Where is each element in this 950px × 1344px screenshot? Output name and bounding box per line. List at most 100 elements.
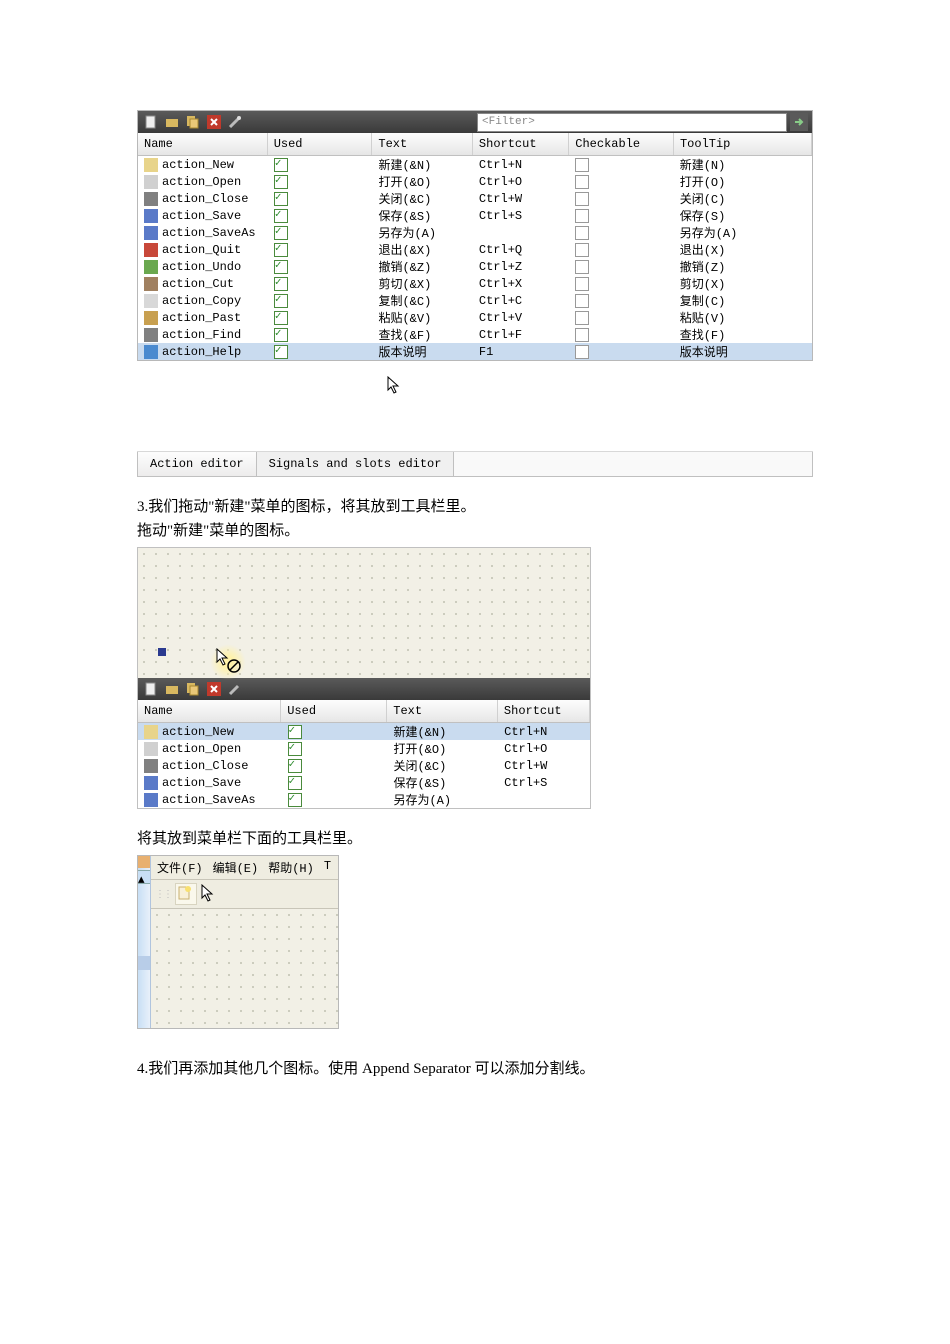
action-row[interactable]: action_Help版本说明F1版本说明 xyxy=(138,343,812,360)
open-action-icon[interactable] xyxy=(163,113,181,131)
checkable-checkbox[interactable] xyxy=(575,209,589,223)
new-action-icon[interactable] xyxy=(142,680,160,698)
properties-icon[interactable] xyxy=(226,113,244,131)
action-row[interactable]: action_Past粘贴(&V)Ctrl+V粘贴(V) xyxy=(138,309,812,326)
toolbar-drop-panel: ▴ 文件(F) 编辑(E) 帮助(H) T ⋮⋮ xyxy=(137,855,339,1029)
action-row[interactable]: action_Find查找(&F)Ctrl+F查找(F) xyxy=(138,326,812,343)
used-checkbox[interactable] xyxy=(274,311,288,325)
action-name: action_Save xyxy=(162,776,241,790)
action-text: 退出(&X) xyxy=(372,241,472,258)
used-checkbox[interactable] xyxy=(274,226,288,240)
menu-truncated[interactable]: T xyxy=(324,859,331,876)
action-text: 新建(&N) xyxy=(372,156,472,173)
used-checkbox[interactable] xyxy=(288,759,302,773)
col-text[interactable]: Text xyxy=(387,700,498,722)
used-checkbox[interactable] xyxy=(274,294,288,308)
used-checkbox[interactable] xyxy=(288,725,302,739)
checkable-checkbox[interactable] xyxy=(575,260,589,274)
action-icon xyxy=(144,311,158,325)
checkable-checkbox[interactable] xyxy=(575,345,589,359)
col-checkable[interactable]: Checkable xyxy=(569,133,674,155)
copy-action-icon[interactable] xyxy=(184,680,202,698)
filter-go-icon[interactable] xyxy=(790,113,808,131)
action-text: 查找(&F) xyxy=(372,326,472,343)
col-shortcut[interactable]: Shortcut xyxy=(498,700,590,722)
used-checkbox[interactable] xyxy=(274,328,288,342)
new-action-icon[interactable] xyxy=(142,113,160,131)
col-name[interactable]: Name xyxy=(138,133,268,155)
checkable-checkbox[interactable] xyxy=(575,192,589,206)
used-checkbox[interactable] xyxy=(274,243,288,257)
delete-action-icon[interactable] xyxy=(205,680,223,698)
action-name: action_Undo xyxy=(162,260,241,274)
menu-edit[interactable]: 编辑(E) xyxy=(213,859,259,876)
action-row[interactable]: action_Undo撤销(&Z)Ctrl+Z撤销(Z) xyxy=(138,258,812,275)
tab-action-editor[interactable]: Action editor xyxy=(138,452,257,476)
action-row[interactable]: action_Open打开(&O)Ctrl+O打开(O) xyxy=(138,173,812,190)
tab-signals-slots[interactable]: Signals and slots editor xyxy=(257,452,455,476)
action-row[interactable]: action_Open打开(&O)Ctrl+O xyxy=(138,740,590,757)
used-checkbox[interactable] xyxy=(274,260,288,274)
action-icon xyxy=(144,776,158,790)
action-icon xyxy=(144,793,158,807)
action-text: 剪切(&X) xyxy=(372,275,472,292)
col-used[interactable]: Used xyxy=(268,133,373,155)
col-text[interactable]: Text xyxy=(372,133,473,155)
used-checkbox[interactable] xyxy=(288,776,302,790)
checkable-checkbox[interactable] xyxy=(575,294,589,308)
action-tooltip: 打开(O) xyxy=(674,173,812,190)
checkable-checkbox[interactable] xyxy=(575,328,589,342)
action-icon xyxy=(144,294,158,308)
col-tooltip[interactable]: ToolTip xyxy=(674,133,812,155)
delete-action-icon[interactable] xyxy=(205,113,223,131)
filter-input[interactable]: <Filter> xyxy=(477,113,787,132)
action-row[interactable]: action_Close关闭(&C)Ctrl+W关闭(C) xyxy=(138,190,812,207)
action-row[interactable]: action_New新建(&N)Ctrl+N新建(N) xyxy=(138,156,812,173)
action-icon xyxy=(144,243,158,257)
menu-help[interactable]: 帮助(H) xyxy=(268,859,314,876)
used-checkbox[interactable] xyxy=(274,192,288,206)
toolbar-grip-icon[interactable]: ⋮⋮ xyxy=(155,889,171,900)
checkable-checkbox[interactable] xyxy=(575,311,589,325)
action-text: 关闭(&C) xyxy=(372,190,472,207)
action-row[interactable]: action_Quit退出(&X)Ctrl+Q退出(X) xyxy=(138,241,812,258)
toolbar-new-button[interactable] xyxy=(175,883,197,905)
checkable-checkbox[interactable] xyxy=(575,175,589,189)
action-shortcut: Ctrl+S xyxy=(473,207,569,224)
menu-file[interactable]: 文件(F) xyxy=(157,859,203,876)
used-checkbox[interactable] xyxy=(274,175,288,189)
col-used[interactable]: Used xyxy=(281,700,387,722)
properties-icon[interactable] xyxy=(226,680,244,698)
rail-marker-icon xyxy=(138,856,150,868)
used-checkbox[interactable] xyxy=(274,277,288,291)
rail-thumb-icon[interactable] xyxy=(138,956,150,970)
action-grid-2: action_New新建(&N)Ctrl+Naction_Open打开(&O)C… xyxy=(138,723,590,808)
used-checkbox[interactable] xyxy=(274,345,288,359)
action-row[interactable]: action_Cut剪切(&X)Ctrl+X剪切(X) xyxy=(138,275,812,292)
used-checkbox[interactable] xyxy=(288,793,302,807)
copy-action-icon[interactable] xyxy=(184,113,202,131)
action-row[interactable]: action_SaveAs另存为(A)另存为(A) xyxy=(138,224,812,241)
used-checkbox[interactable] xyxy=(274,158,288,172)
action-row[interactable]: action_Save保存(&S)Ctrl+S xyxy=(138,774,590,791)
used-checkbox[interactable] xyxy=(274,209,288,223)
checkable-checkbox[interactable] xyxy=(575,243,589,257)
action-shortcut: Ctrl+C xyxy=(473,292,569,309)
checkable-checkbox[interactable] xyxy=(575,277,589,291)
col-name[interactable]: Name xyxy=(138,700,281,722)
checkable-checkbox[interactable] xyxy=(575,158,589,172)
action-row[interactable]: action_Copy复制(&C)Ctrl+C复制(C) xyxy=(138,292,812,309)
used-checkbox[interactable] xyxy=(288,742,302,756)
action-name: action_New xyxy=(162,158,234,172)
col-shortcut[interactable]: Shortcut xyxy=(473,133,569,155)
action-row[interactable]: action_Save保存(&S)Ctrl+S保存(S) xyxy=(138,207,812,224)
open-action-icon[interactable] xyxy=(163,680,181,698)
step-3-text: 3.我们拖动"新建"菜单的图标，将其放到工具栏里。 拖动"新建"菜单的图标。 xyxy=(137,495,813,543)
action-shortcut: Ctrl+N xyxy=(473,156,569,173)
action-text: 另存为(A) xyxy=(387,791,498,808)
checkable-checkbox[interactable] xyxy=(575,226,589,240)
step-4-text: 4.我们再添加其他几个图标。使用 Append Separator 可以添加分割… xyxy=(137,1057,813,1081)
action-row[interactable]: action_New新建(&N)Ctrl+N xyxy=(138,723,590,740)
action-row[interactable]: action_SaveAs另存为(A) xyxy=(138,791,590,808)
action-row[interactable]: action_Close关闭(&C)Ctrl+W xyxy=(138,757,590,774)
